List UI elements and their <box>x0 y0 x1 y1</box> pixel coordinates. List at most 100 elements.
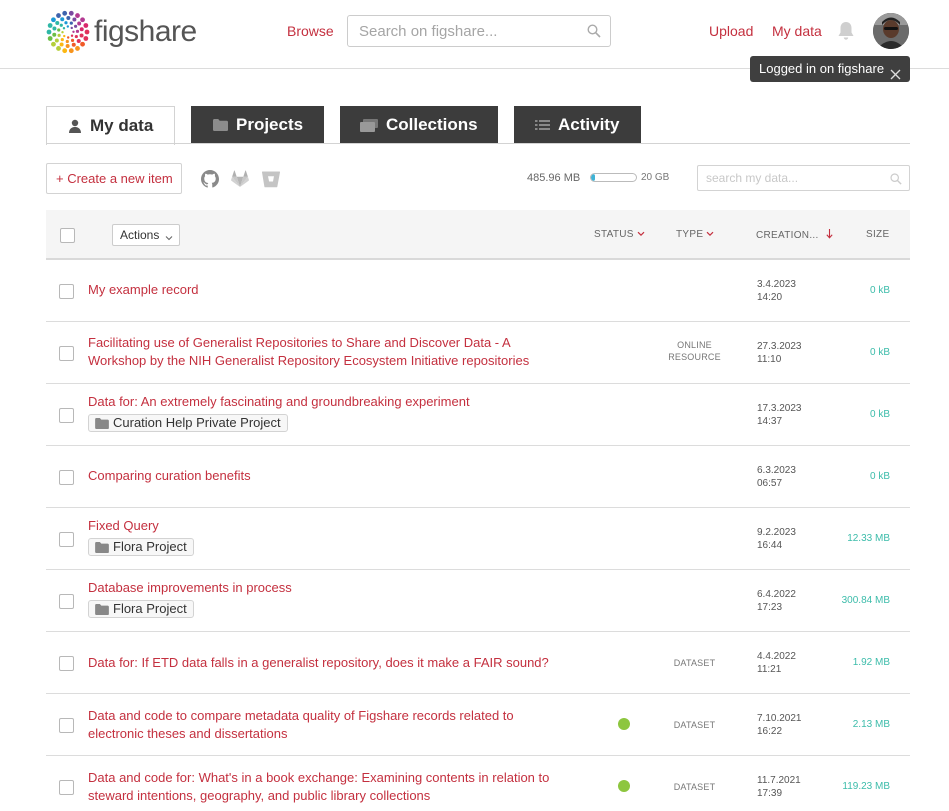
tab-activity[interactable]: Activity <box>514 106 641 144</box>
item-title-link[interactable]: Data and code for: What's in a book exch… <box>88 769 558 805</box>
item-title-link[interactable]: My example record <box>88 281 199 299</box>
item-title-link[interactable]: Comparing curation benefits <box>88 467 251 485</box>
row-checkbox[interactable] <box>59 656 74 671</box>
tab-collections[interactable]: Collections <box>340 106 498 144</box>
figshare-logo[interactable]: figshare <box>45 9 197 55</box>
creation-date: 27.3.2023 11:10 <box>757 341 802 365</box>
folder-icon <box>95 418 109 429</box>
table-row[interactable]: Facilitating use of Generalist Repositor… <box>46 322 910 384</box>
logo-dot <box>56 46 61 51</box>
item-title-link[interactable]: Data and code to compare metadata qualit… <box>88 707 538 743</box>
logo-dot <box>68 10 74 16</box>
tab-my-data[interactable]: My data <box>46 106 175 145</box>
notifications-bell-icon[interactable] <box>837 21 855 46</box>
row-checkbox[interactable] <box>59 532 74 547</box>
row-checkbox[interactable] <box>59 470 74 485</box>
tab-label: Collections <box>386 115 478 134</box>
select-all-checkbox[interactable] <box>60 228 75 243</box>
row-checkbox[interactable] <box>59 594 74 609</box>
user-icon <box>68 119 82 133</box>
creation-date: 4.4.2022 11:21 <box>757 651 796 675</box>
project-tag[interactable]: Flora Project <box>88 600 194 618</box>
item-title-link[interactable]: Data for: An extremely fascinating and g… <box>88 393 470 411</box>
item-size: 300.84 MB <box>841 595 890 606</box>
storage-quota-bar <box>590 173 637 182</box>
project-tag[interactable]: Flora Project <box>88 538 194 556</box>
gitlab-icon[interactable] <box>231 170 249 193</box>
logo-dot <box>83 36 89 41</box>
storage-quota-fill <box>591 174 596 181</box>
column-status-label: STATUS <box>594 229 634 240</box>
row-checkbox[interactable] <box>59 346 74 361</box>
list-icon <box>535 119 550 131</box>
logo-dot <box>74 34 78 39</box>
folder-icon <box>95 604 109 615</box>
tab-label: My data <box>90 116 154 135</box>
tab-projects[interactable]: Projects <box>191 106 324 144</box>
search-icon[interactable] <box>890 172 902 190</box>
row-checkbox[interactable] <box>59 284 74 299</box>
item-title-link[interactable]: Facilitating use of Generalist Repositor… <box>88 334 558 370</box>
logo-dot <box>62 27 66 30</box>
project-tag-label: Flora Project <box>113 539 187 554</box>
project-tag-label: Flora Project <box>113 601 187 616</box>
my-data-search-input[interactable] <box>698 166 878 190</box>
item-size: 0 kB <box>869 285 890 296</box>
logo-dot <box>63 34 66 38</box>
column-type[interactable]: TYPE <box>676 229 714 240</box>
table-row[interactable]: Database improvements in process Flora P… <box>46 570 910 632</box>
item-title-link[interactable]: Database improvements in process <box>88 579 292 597</box>
logo-dot <box>70 38 75 42</box>
logo-dot <box>47 36 53 41</box>
logo-dot <box>80 41 85 47</box>
column-size[interactable]: SIZE <box>866 229 889 240</box>
logo-dot <box>68 48 74 54</box>
item-size: 0 kB <box>869 347 890 358</box>
item-size: 0 kB <box>869 409 890 420</box>
github-icon[interactable] <box>201 170 219 193</box>
logo-dot <box>52 26 57 31</box>
table-row[interactable]: Data and code to compare metadata qualit… <box>46 694 910 756</box>
upload-link[interactable]: Upload <box>709 23 753 39</box>
my-data-link[interactable]: My data <box>772 23 822 39</box>
item-title-link[interactable]: Data for: If ETD data falls in a general… <box>88 654 549 672</box>
actions-dropdown[interactable]: Actions <box>112 224 180 246</box>
create-new-item-button[interactable]: + Create a new item <box>46 163 182 194</box>
tab-label: Activity <box>558 115 620 134</box>
close-icon[interactable] <box>890 63 901 89</box>
item-type: ONLINE RESOURCE <box>668 340 721 362</box>
logo-dot <box>46 29 52 35</box>
project-tag[interactable]: Curation Help Private Project <box>88 414 288 432</box>
site-search-input[interactable] <box>348 16 573 46</box>
login-tooltip: Logged in on figshare <box>750 56 910 82</box>
table-row[interactable]: Data for: An extremely fascinating and g… <box>46 384 910 446</box>
logo-dot <box>57 33 61 37</box>
row-checkbox[interactable] <box>59 780 74 795</box>
table-row[interactable]: Fixed Query Flora Project 9.2.2023 16:44 … <box>46 508 910 570</box>
logo-dot <box>65 43 70 48</box>
chevron-down-icon <box>706 229 714 240</box>
user-avatar[interactable] <box>873 13 909 49</box>
column-creation[interactable]: CREATION... <box>756 229 833 242</box>
row-checkbox[interactable] <box>59 718 74 733</box>
logo-dot <box>62 10 68 16</box>
column-status[interactable]: STATUS <box>594 229 645 240</box>
site-search <box>347 15 611 47</box>
logo-dot <box>64 21 68 25</box>
logo-text: figshare <box>94 15 197 48</box>
item-title-link[interactable]: Fixed Query <box>88 517 159 535</box>
table-row[interactable]: Data and code for: What's in a book exch… <box>46 756 910 811</box>
table-row[interactable]: Comparing curation benefits 6.3.2023 06:5… <box>46 446 910 508</box>
logo-dot <box>65 39 69 44</box>
logo-dot <box>70 26 73 30</box>
bitbucket-icon[interactable] <box>261 170 281 193</box>
figshare-logo-icon <box>46 10 90 54</box>
table-row[interactable]: My example record 3.4.2023 14:20 0 kB <box>46 260 910 322</box>
browse-link[interactable]: Browse <box>287 23 334 39</box>
logo-dot <box>60 38 64 42</box>
search-icon[interactable] <box>587 24 601 43</box>
table-row[interactable]: Data for: If ETD data falls in a general… <box>46 632 910 694</box>
creation-date: 3.4.2023 14:20 <box>757 279 796 303</box>
folder-icon <box>95 542 109 553</box>
row-checkbox[interactable] <box>59 408 74 423</box>
